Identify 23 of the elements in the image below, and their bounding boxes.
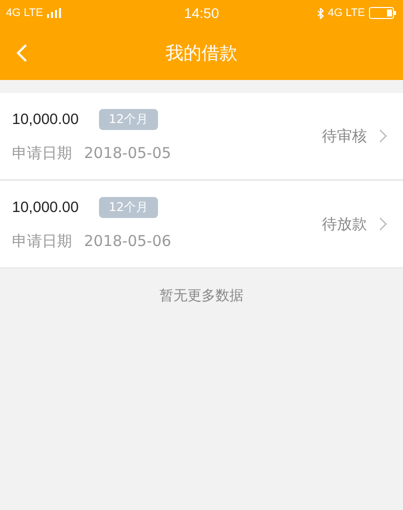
battery-icon — [368, 7, 397, 19]
status-time: 14:50 — [184, 5, 220, 21]
apply-date: 2018-05-06 — [84, 232, 172, 251]
no-more-data-text: 暂无更多数据 — [160, 288, 244, 304]
date-label: 申请日期 — [12, 232, 72, 251]
bluetooth-icon — [316, 8, 324, 18]
network-label: 4G LTE — [328, 7, 365, 19]
page-title: 我的借款 — [166, 42, 238, 65]
term-tag: 12个月 — [98, 197, 158, 218]
chevron-icon — [379, 129, 387, 143]
date-label: 申请日期 — [12, 144, 72, 163]
apply-date: 2018-05-05 — [84, 144, 172, 163]
loan-row[interactable]: 10,000.00 12个月 申请日期 2018-05-05 待审核 — [0, 93, 403, 181]
loan-amount: 10,000.00 — [12, 199, 79, 216]
loan-row[interactable]: 10,000.00 12个月 申请日期 2018-05-06 待放款 — [0, 181, 403, 269]
term-tag: 12个月 — [98, 109, 158, 130]
back-icon[interactable] — [16, 43, 28, 63]
loan-status: 待放款 — [322, 214, 367, 234]
loan-status: 待审核 — [322, 126, 367, 146]
chevron-icon — [379, 217, 387, 231]
loan-amount: 10,000.00 — [12, 111, 79, 128]
network-label: 4G LTE — [6, 7, 44, 19]
signal-icon — [47, 8, 64, 18]
